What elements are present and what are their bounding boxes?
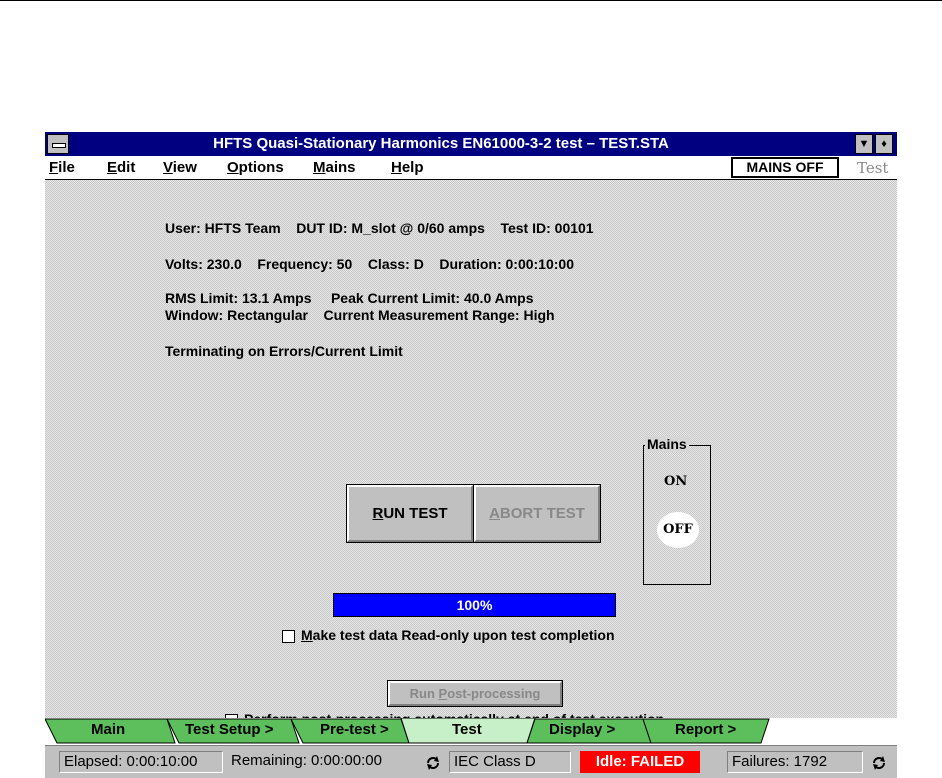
tab-strip: Main Test Setup > Pre-test > Test Displa… (45, 718, 897, 744)
mains-on-button[interactable]: ON (664, 474, 687, 489)
refresh-failures-icon[interactable] (871, 755, 887, 771)
abort-test-button[interactable]: ABORT TEST (473, 484, 601, 543)
refresh-remaining-icon[interactable] (425, 755, 441, 771)
volts-info-line: Volts: 230.0 Frequency: 50 Class: D Dura… (165, 256, 574, 272)
tab-pre-test[interactable]: Pre-test > (320, 721, 389, 738)
run-test-button[interactable]: RUN TEST (346, 484, 474, 543)
menu-help[interactable]: Help (391, 158, 424, 178)
menu-mains[interactable]: Mains (313, 158, 356, 178)
test-progress-bar: 100% (333, 593, 616, 617)
tab-display[interactable]: Display > (549, 721, 615, 738)
user-info-line: User: HFTS Team DUT ID: M_slot @ 0/60 am… (165, 220, 594, 236)
progress-label: 100% (456, 597, 493, 613)
terminating-text: Terminating on Errors/Current Limit (165, 343, 403, 359)
tab-test[interactable]: Test (452, 721, 482, 738)
failures-panel: Failures: 1792 (727, 751, 863, 773)
app-window: HFTS Quasi-Stationary Harmonics EN61000-… (45, 132, 897, 778)
status-bar: Elapsed: 0:00:10:00 Remaining: 0:00:00:0… (45, 745, 897, 778)
menu-view[interactable]: View (163, 158, 197, 178)
minimize-button[interactable]: ▼ (855, 134, 873, 154)
main-panel: User: HFTS Team DUT ID: M_slot @ 0/60 am… (45, 180, 897, 727)
readonly-checkbox[interactable] (282, 630, 295, 643)
remaining-panel: Remaining: 0:00:00:00 (231, 752, 382, 769)
mains-group-title: Mains (645, 436, 689, 452)
mains-off-button[interactable]: OFF (657, 512, 699, 548)
run-post-processing-button[interactable]: Run Post-processing (387, 680, 563, 707)
tab-main[interactable]: Main (91, 721, 125, 738)
title-bar: HFTS Quasi-Stationary Harmonics EN61000-… (45, 132, 897, 156)
menu-file[interactable]: File (49, 158, 75, 178)
readonly-checkbox-label: Make test data Read-only upon test compl… (301, 627, 615, 643)
top-border-line (0, 0, 942, 1)
menu-edit[interactable]: Edit (107, 158, 135, 178)
menu-bar: File Edit View Options Mains Help MAINS … (45, 156, 897, 180)
iec-class-panel: IEC Class D (449, 751, 571, 773)
tab-test-setup[interactable]: Test Setup > (185, 721, 274, 738)
restore-arrows-icon: ♦ (881, 138, 887, 150)
menu-test: Test (857, 159, 889, 177)
status-failed-badge: Idle: FAILED (580, 751, 700, 773)
window-title: HFTS Quasi-Stationary Harmonics EN61000-… (213, 135, 669, 152)
restore-button[interactable]: ♦ (875, 134, 893, 154)
window-info-line: Window: Rectangular Current Measurement … (165, 307, 555, 323)
mains-off-indicator: MAINS OFF (731, 157, 839, 178)
elapsed-panel: Elapsed: 0:00:10:00 (59, 751, 223, 773)
limit-info-line: RMS Limit: 13.1 Amps Peak Current Limit:… (165, 290, 534, 306)
menu-options[interactable]: Options (227, 158, 284, 178)
down-arrow-icon: ▼ (858, 138, 870, 150)
tab-report[interactable]: Report > (675, 721, 736, 738)
